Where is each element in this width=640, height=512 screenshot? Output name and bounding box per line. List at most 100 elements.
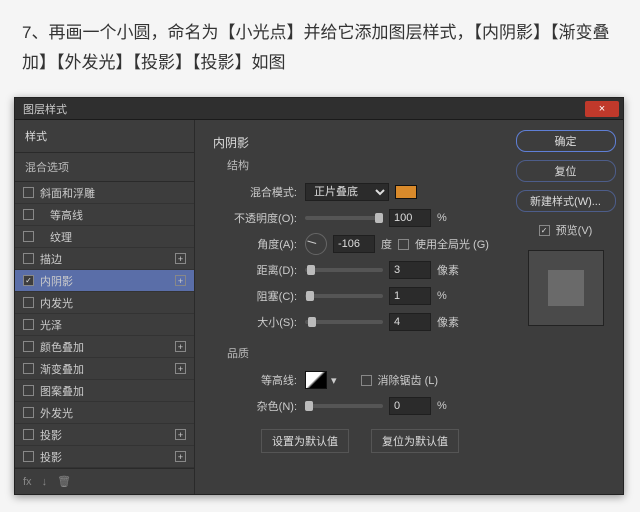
sidebar-item-5[interactable]: 内发光 [15, 292, 194, 314]
fx-icon[interactable]: fx [23, 476, 32, 488]
add-effect-icon[interactable]: + [175, 275, 186, 286]
add-effect-icon[interactable]: + [175, 429, 186, 440]
noise-label: 杂色(N): [227, 398, 299, 414]
sidebar-checkbox[interactable] [23, 385, 34, 396]
contour-swatch[interactable] [305, 371, 327, 389]
new-style-button[interactable]: 新建样式(W)... [516, 190, 616, 212]
distance-label: 距离(D): [227, 262, 299, 278]
set-default-button[interactable]: 设置为默认值 [261, 429, 349, 453]
noise-row: 杂色(N): % [227, 395, 490, 417]
size-input[interactable] [389, 313, 431, 331]
opacity-input[interactable] [389, 209, 431, 227]
preview-label: 预览(V) [556, 222, 593, 238]
preview-checkbox[interactable] [539, 225, 550, 236]
cancel-button[interactable]: 复位 [516, 160, 616, 182]
sidebar-item-label: 渐变叠加 [40, 361, 84, 377]
sidebar-checkbox[interactable] [23, 451, 34, 462]
choke-slider[interactable] [305, 294, 383, 298]
angle-dial[interactable] [305, 233, 327, 255]
blendmode-label: 混合模式: [227, 184, 299, 200]
instruction-text: 7、再画一个小圆，命名为【小光点】并给它添加图层样式，【内阴影】【渐变叠加】【外… [0, 0, 640, 96]
sidebar-checkbox[interactable] [23, 407, 34, 418]
noise-input[interactable] [389, 397, 431, 415]
add-effect-icon[interactable]: + [175, 451, 186, 462]
quality-title: 品质 [227, 345, 490, 361]
sidebar-item-label: 内发光 [40, 295, 73, 311]
choke-input[interactable] [389, 287, 431, 305]
distance-row: 距离(D): 像素 [227, 259, 490, 281]
size-slider[interactable] [305, 320, 383, 324]
choke-row: 阻塞(C): % [227, 285, 490, 307]
sidebar-item-label: 等高线 [40, 207, 83, 223]
choke-label: 阻塞(C): [227, 288, 299, 304]
sidebar-item-11[interactable]: 投影 + [15, 424, 194, 446]
add-effect-icon[interactable]: + [175, 253, 186, 264]
opacity-row: 不透明度(O): % [227, 207, 490, 229]
blendmode-select[interactable]: 正片叠底 [305, 183, 389, 201]
sidebar-item-label: 纹理 [40, 229, 72, 245]
global-light-label: 使用全局光 (G) [415, 236, 489, 252]
sidebar-item-label: 投影 [40, 427, 62, 443]
contour-row: 等高线: ▾ 消除锯齿 (L) [227, 369, 490, 391]
sidebar-checkbox[interactable] [23, 253, 34, 264]
sidebar-item-9[interactable]: 图案叠加 [15, 380, 194, 402]
angle-unit: 度 [381, 236, 392, 252]
distance-unit: 像素 [437, 262, 459, 278]
noise-unit: % [437, 400, 447, 412]
sidebar-item-label: 投影 [40, 449, 62, 465]
opacity-slider[interactable] [305, 216, 383, 220]
sidebar-checkbox[interactable] [23, 231, 34, 242]
sidebar-header[interactable]: 样式 [15, 120, 194, 153]
sidebar-checkbox[interactable] [23, 187, 34, 198]
color-swatch[interactable] [395, 185, 417, 199]
antialias-checkbox[interactable] [361, 375, 372, 386]
noise-slider[interactable] [305, 404, 383, 408]
angle-input[interactable] [333, 235, 375, 253]
size-unit: 像素 [437, 314, 459, 330]
sidebar-item-2[interactable]: 纹理 [15, 226, 194, 248]
quality-group: 品质 等高线: ▾ 消除锯齿 (L) 杂色(N): % [227, 345, 490, 417]
sidebar-item-1[interactable]: 等高线 [15, 204, 194, 226]
sidebar-checkbox[interactable] [23, 319, 34, 330]
sidebar-footer: fx ↓ 🗑 [15, 468, 194, 494]
sidebar-item-4[interactable]: 内阴影+ [15, 270, 194, 292]
sidebar-checkbox[interactable] [23, 429, 34, 440]
sidebar-item-0[interactable]: 斜面和浮雕 [15, 182, 194, 204]
structure-title: 结构 [227, 157, 490, 173]
chevron-down-icon[interactable]: ▾ [331, 374, 337, 387]
sidebar-item-10[interactable]: 外发光 [15, 402, 194, 424]
opacity-unit: % [437, 212, 447, 224]
distance-slider[interactable] [305, 268, 383, 272]
sidebar-blending-options[interactable]: 混合选项 [15, 153, 194, 182]
add-effect-icon[interactable]: + [175, 341, 186, 352]
trash-icon[interactable]: 🗑 [57, 475, 71, 488]
preview-swatch [548, 270, 584, 306]
sidebar-checkbox[interactable] [23, 341, 34, 352]
layer-style-dialog: 图层样式 × 样式 混合选项 斜面和浮雕等高线纹理描边+内阴影+内发光光泽颜色叠… [14, 97, 624, 495]
sidebar-checkbox[interactable] [23, 363, 34, 374]
blendmode-row: 混合模式: 正片叠底 [227, 181, 490, 203]
opacity-label: 不透明度(O): [227, 210, 299, 226]
sidebar-item-label: 光泽 [40, 317, 62, 333]
titlebar[interactable]: 图层样式 × [15, 98, 623, 120]
panel-title: 内阴影 [213, 134, 490, 151]
preview-box [528, 250, 604, 326]
global-light-checkbox[interactable] [398, 239, 409, 250]
sidebar-item-3[interactable]: 描边+ [15, 248, 194, 270]
reset-default-button[interactable]: 复位为默认值 [371, 429, 459, 453]
antialias-label: 消除锯齿 (L) [378, 372, 439, 388]
sidebar-item-6[interactable]: 光泽 [15, 314, 194, 336]
arrow-down-icon[interactable]: ↓ [42, 476, 48, 488]
distance-input[interactable] [389, 261, 431, 279]
sidebar: 样式 混合选项 斜面和浮雕等高线纹理描边+内阴影+ 内发光光泽颜色叠加+ 渐变叠加 +… [15, 120, 195, 494]
add-effect-icon[interactable]: + [175, 363, 186, 374]
sidebar-item-12[interactable]: 投影 + [15, 446, 194, 468]
sidebar-checkbox[interactable] [23, 297, 34, 308]
sidebar-item-8[interactable]: 渐变叠加 + [15, 358, 194, 380]
sidebar-item-7[interactable]: 颜色叠加+ [15, 336, 194, 358]
close-button[interactable]: × [585, 101, 619, 117]
sidebar-checkbox[interactable] [23, 275, 34, 286]
ok-button[interactable]: 确定 [516, 130, 616, 152]
angle-row: 角度(A): 度 使用全局光 (G) [227, 233, 490, 255]
sidebar-checkbox[interactable] [23, 209, 34, 220]
